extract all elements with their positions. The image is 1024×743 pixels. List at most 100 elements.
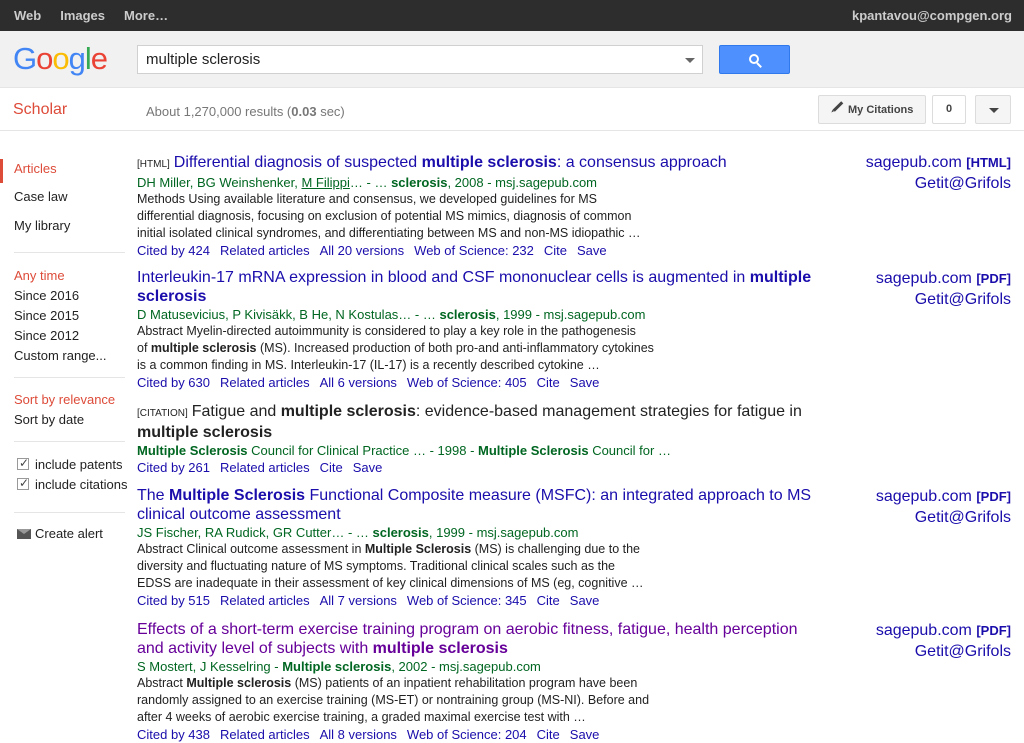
web-of-science-link[interactable]: Web of Science: 405: [407, 375, 527, 390]
sidebar-item-any-time[interactable]: Any time: [14, 268, 65, 283]
web-of-science-link[interactable]: Web of Science: 232: [414, 243, 534, 258]
library-counter[interactable]: 0: [932, 95, 966, 124]
snippet-line: randomly assigned to an exercise trainin…: [137, 693, 650, 707]
cited-by-link[interactable]: Cited by 438: [137, 727, 210, 742]
sidebar-item-since-2016[interactable]: Since 2016: [14, 288, 79, 303]
source-name: sagepub.com: [875, 488, 972, 505]
getit-link[interactable]: Getit@Grifols: [876, 289, 1011, 310]
snippet-text: Multiple Sclerosis: [364, 542, 472, 556]
cited-by-link[interactable]: Cited by 630: [137, 375, 210, 390]
snippet-line: initial isolated clinical syndromes, and…: [137, 226, 641, 240]
save-link[interactable]: Save: [570, 593, 600, 608]
sidebar-item-sort-date[interactable]: Sort by date: [14, 412, 84, 427]
versions-link[interactable]: All 8 versions: [320, 727, 397, 742]
authors-text: , 2002 - msj.sagepub.com: [391, 659, 541, 674]
search-button[interactable]: [719, 45, 790, 74]
include-patents-checkbox[interactable]: ✓: [17, 456, 29, 470]
web-of-science-link[interactable]: Web of Science: 204: [407, 727, 527, 742]
result-title[interactable]: The Multiple Sclerosis Functional Compos…: [137, 486, 847, 524]
author-link[interactable]: M Filippi: [301, 175, 349, 190]
source-link[interactable]: sagepub.com [PDF]: [876, 268, 1011, 289]
search-dropdown-icon[interactable]: [685, 58, 695, 63]
result-item: [HTML] Differential diagnosis of suspecte…: [137, 153, 847, 259]
save-link[interactable]: Save: [577, 243, 607, 258]
user-account[interactable]: kpantavou@compgen.org: [852, 8, 1012, 23]
versions-link[interactable]: All 20 versions: [320, 243, 405, 258]
more-menu-button[interactable]: [975, 95, 1011, 124]
snippet-line: EDSS are inadequate in their assessment …: [137, 576, 644, 590]
web-of-science-link[interactable]: Web of Science: 345: [407, 593, 527, 608]
result-links: Cited by 515 Related articles All 7 versio…: [137, 592, 847, 609]
versions-link[interactable]: All 6 versions: [320, 375, 397, 390]
logo-letter: g: [68, 41, 86, 76]
sidebar-item-custom-range[interactable]: Custom range...: [14, 348, 107, 363]
cite-link[interactable]: Cite: [320, 460, 343, 475]
related-articles-link[interactable]: Related articles: [220, 460, 310, 475]
snippet-text: Abstract: [137, 676, 187, 690]
authors-text: Council for …: [588, 443, 671, 458]
source-link[interactable]: sagepub.com [HTML]: [866, 152, 1011, 173]
snippet-text: Abstract Clinical outcome assessment in: [137, 542, 365, 556]
search-input[interactable]: [138, 46, 678, 73]
sidebar-item-case-law[interactable]: Case law: [14, 189, 67, 204]
sidebar-item-since-2012[interactable]: Since 2012: [14, 328, 79, 343]
nav-web[interactable]: Web: [14, 8, 41, 23]
sidebar-item-sort-relevance[interactable]: Sort by relevance: [14, 392, 115, 407]
related-articles-link[interactable]: Related articles: [220, 375, 310, 390]
snippet-text: (MS) is challenging due to the: [471, 542, 640, 556]
cite-link[interactable]: Cite: [537, 593, 560, 608]
title-text: and activity level of subjects with: [137, 640, 373, 657]
save-link[interactable]: Save: [353, 460, 383, 475]
authors-text: , 1999 - msj.sagepub.com: [495, 307, 646, 322]
cite-link[interactable]: Cite: [537, 727, 560, 742]
sidebar-item-articles[interactable]: Articles: [14, 161, 57, 176]
logo-letter: e: [90, 41, 108, 76]
result-item: Interleukin-17 mRNA expression in blood …: [137, 268, 847, 391]
save-link[interactable]: Save: [570, 727, 600, 742]
google-logo[interactable]: Google: [13, 41, 108, 77]
scholar-title[interactable]: Scholar: [13, 101, 67, 119]
pencil-icon: [832, 101, 844, 112]
result-title[interactable]: Interleukin-17 mRNA expression in blood …: [137, 268, 847, 306]
chevron-down-icon: [989, 108, 999, 113]
cited-by-link[interactable]: Cited by 515: [137, 593, 210, 608]
title-text: multiple: [749, 269, 812, 286]
related-articles-link[interactable]: Related articles: [220, 593, 310, 608]
getit-link[interactable]: Getit@Grifols: [876, 507, 1011, 528]
create-alert-link[interactable]: Create alert: [35, 526, 103, 541]
snippet-text: of: [137, 341, 151, 355]
result-title[interactable]: [HTML] Differential diagnosis of suspecte…: [137, 153, 847, 174]
sidebar-item-since-2015[interactable]: Since 2015: [14, 308, 79, 323]
result-title[interactable]: Effects of a short-term exercise trainin…: [137, 620, 847, 658]
snippet-line: Abstract Clinical outcome assessment in …: [137, 541, 667, 558]
sidebar-item-my-library[interactable]: My library: [14, 218, 70, 233]
getit-link[interactable]: Getit@Grifols: [866, 173, 1011, 194]
snippet-line: Methods Using available literature and c…: [137, 192, 597, 206]
result-side-links: sagepub.com [PDF] Getit@Grifols: [876, 620, 1011, 662]
cite-link[interactable]: Cite: [544, 243, 567, 258]
source-name: sagepub.com: [875, 270, 972, 287]
source-link[interactable]: sagepub.com [PDF]: [876, 486, 1011, 507]
source-link[interactable]: sagepub.com [PDF]: [876, 620, 1011, 641]
nav-images[interactable]: Images: [60, 8, 105, 23]
related-articles-link[interactable]: Related articles: [220, 243, 310, 258]
nav-more[interactable]: More…: [124, 8, 168, 23]
title-text: : a consensus approach: [556, 154, 727, 171]
save-link[interactable]: Save: [570, 375, 600, 390]
my-citations-button[interactable]: My Citations: [818, 95, 926, 124]
getit-link[interactable]: Getit@Grifols: [876, 641, 1011, 662]
include-citations-checkbox[interactable]: ✓: [17, 476, 30, 490]
related-articles-link[interactable]: Related articles: [220, 727, 310, 742]
title-text: Effects of a short-term exercise trainin…: [137, 621, 798, 638]
result-authors: Multiple Sclerosis Council for Clinical …: [137, 442, 847, 459]
title-text: : evidence-based management strategies f…: [415, 403, 802, 420]
search-box: [137, 45, 703, 74]
checkmark-icon: ✓: [19, 476, 30, 490]
cite-link[interactable]: Cite: [537, 375, 560, 390]
format-tag: [CITATION]: [137, 408, 188, 419]
cited-by-link[interactable]: Cited by 261: [137, 460, 210, 475]
cited-by-link[interactable]: Cited by 424: [137, 243, 210, 258]
result-links: Cited by 261 Related articles Cite Save: [137, 459, 847, 476]
versions-link[interactable]: All 7 versions: [320, 593, 397, 608]
result-count: About 1,270,000 results (0.03 sec): [146, 104, 345, 119]
